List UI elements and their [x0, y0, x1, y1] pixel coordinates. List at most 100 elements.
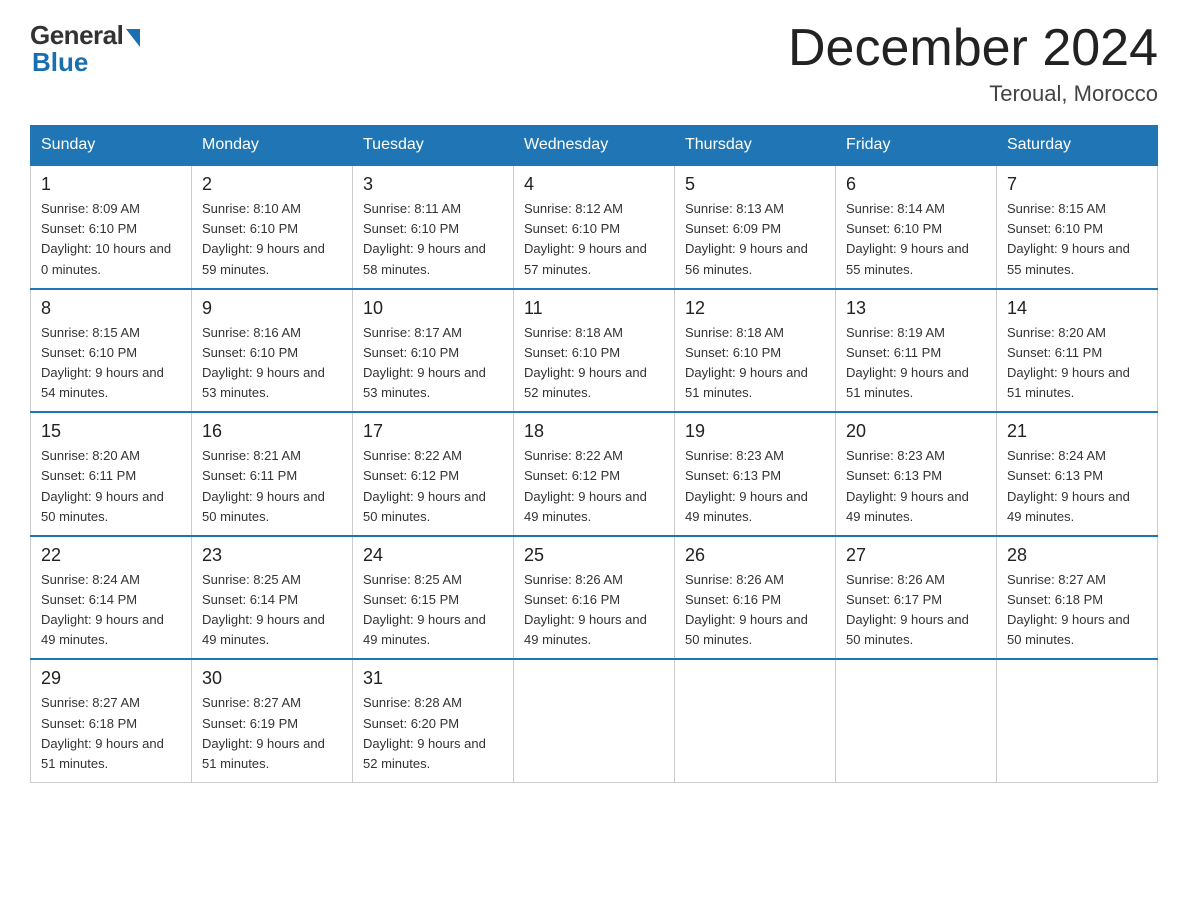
day-number: 27: [846, 545, 986, 566]
table-row: 27 Sunrise: 8:26 AMSunset: 6:17 PMDaylig…: [836, 536, 997, 660]
day-number: 6: [846, 174, 986, 195]
table-row: 29 Sunrise: 8:27 AMSunset: 6:18 PMDaylig…: [31, 659, 192, 782]
header-thursday: Thursday: [675, 126, 836, 166]
week-row-3: 15 Sunrise: 8:20 AMSunset: 6:11 PMDaylig…: [31, 412, 1158, 536]
day-number: 13: [846, 298, 986, 319]
logo-blue-text: Blue: [32, 47, 88, 78]
table-row: [514, 659, 675, 782]
table-row: 28 Sunrise: 8:27 AMSunset: 6:18 PMDaylig…: [997, 536, 1158, 660]
week-row-4: 22 Sunrise: 8:24 AMSunset: 6:14 PMDaylig…: [31, 536, 1158, 660]
week-row-2: 8 Sunrise: 8:15 AMSunset: 6:10 PMDayligh…: [31, 289, 1158, 413]
day-info: Sunrise: 8:15 AMSunset: 6:10 PMDaylight:…: [41, 325, 164, 400]
day-number: 18: [524, 421, 664, 442]
week-row-1: 1 Sunrise: 8:09 AMSunset: 6:10 PMDayligh…: [31, 165, 1158, 289]
table-row: 5 Sunrise: 8:13 AMSunset: 6:09 PMDayligh…: [675, 165, 836, 289]
logo-arrow-icon: [126, 29, 140, 47]
day-number: 5: [685, 174, 825, 195]
table-row: 26 Sunrise: 8:26 AMSunset: 6:16 PMDaylig…: [675, 536, 836, 660]
table-row: [836, 659, 997, 782]
day-info: Sunrise: 8:17 AMSunset: 6:10 PMDaylight:…: [363, 325, 486, 400]
location-subtitle: Teroual, Morocco: [788, 81, 1158, 107]
table-row: 21 Sunrise: 8:24 AMSunset: 6:13 PMDaylig…: [997, 412, 1158, 536]
header-monday: Monday: [192, 126, 353, 166]
table-row: 10 Sunrise: 8:17 AMSunset: 6:10 PMDaylig…: [353, 289, 514, 413]
day-number: 11: [524, 298, 664, 319]
day-info: Sunrise: 8:24 AMSunset: 6:13 PMDaylight:…: [1007, 448, 1130, 523]
page-header: General Blue December 2024 Teroual, Moro…: [30, 20, 1158, 107]
day-info: Sunrise: 8:26 AMSunset: 6:16 PMDaylight:…: [685, 572, 808, 647]
day-info: Sunrise: 8:27 AMSunset: 6:19 PMDaylight:…: [202, 695, 325, 770]
table-row: 3 Sunrise: 8:11 AMSunset: 6:10 PMDayligh…: [353, 165, 514, 289]
table-row: 22 Sunrise: 8:24 AMSunset: 6:14 PMDaylig…: [31, 536, 192, 660]
day-number: 23: [202, 545, 342, 566]
day-number: 20: [846, 421, 986, 442]
table-row: 8 Sunrise: 8:15 AMSunset: 6:10 PMDayligh…: [31, 289, 192, 413]
table-row: 30 Sunrise: 8:27 AMSunset: 6:19 PMDaylig…: [192, 659, 353, 782]
day-info: Sunrise: 8:26 AMSunset: 6:17 PMDaylight:…: [846, 572, 969, 647]
day-number: 16: [202, 421, 342, 442]
day-info: Sunrise: 8:11 AMSunset: 6:10 PMDaylight:…: [363, 201, 486, 276]
day-number: 2: [202, 174, 342, 195]
day-info: Sunrise: 8:28 AMSunset: 6:20 PMDaylight:…: [363, 695, 486, 770]
table-row: 4 Sunrise: 8:12 AMSunset: 6:10 PMDayligh…: [514, 165, 675, 289]
day-number: 1: [41, 174, 181, 195]
day-info: Sunrise: 8:14 AMSunset: 6:10 PMDaylight:…: [846, 201, 969, 276]
day-number: 4: [524, 174, 664, 195]
day-number: 26: [685, 545, 825, 566]
day-info: Sunrise: 8:25 AMSunset: 6:14 PMDaylight:…: [202, 572, 325, 647]
day-number: 30: [202, 668, 342, 689]
table-row: 24 Sunrise: 8:25 AMSunset: 6:15 PMDaylig…: [353, 536, 514, 660]
day-info: Sunrise: 8:22 AMSunset: 6:12 PMDaylight:…: [363, 448, 486, 523]
table-row: 7 Sunrise: 8:15 AMSunset: 6:10 PMDayligh…: [997, 165, 1158, 289]
day-info: Sunrise: 8:23 AMSunset: 6:13 PMDaylight:…: [846, 448, 969, 523]
table-row: 19 Sunrise: 8:23 AMSunset: 6:13 PMDaylig…: [675, 412, 836, 536]
header-sunday: Sunday: [31, 126, 192, 166]
day-info: Sunrise: 8:23 AMSunset: 6:13 PMDaylight:…: [685, 448, 808, 523]
header-wednesday: Wednesday: [514, 126, 675, 166]
table-row: 20 Sunrise: 8:23 AMSunset: 6:13 PMDaylig…: [836, 412, 997, 536]
table-row: 25 Sunrise: 8:26 AMSunset: 6:16 PMDaylig…: [514, 536, 675, 660]
day-info: Sunrise: 8:16 AMSunset: 6:10 PMDaylight:…: [202, 325, 325, 400]
day-info: Sunrise: 8:27 AMSunset: 6:18 PMDaylight:…: [1007, 572, 1130, 647]
day-info: Sunrise: 8:10 AMSunset: 6:10 PMDaylight:…: [202, 201, 325, 276]
day-number: 31: [363, 668, 503, 689]
day-number: 3: [363, 174, 503, 195]
table-row: [675, 659, 836, 782]
day-number: 21: [1007, 421, 1147, 442]
table-row: 15 Sunrise: 8:20 AMSunset: 6:11 PMDaylig…: [31, 412, 192, 536]
day-info: Sunrise: 8:25 AMSunset: 6:15 PMDaylight:…: [363, 572, 486, 647]
day-number: 25: [524, 545, 664, 566]
day-number: 24: [363, 545, 503, 566]
day-number: 17: [363, 421, 503, 442]
week-row-5: 29 Sunrise: 8:27 AMSunset: 6:18 PMDaylig…: [31, 659, 1158, 782]
header-saturday: Saturday: [997, 126, 1158, 166]
day-info: Sunrise: 8:20 AMSunset: 6:11 PMDaylight:…: [41, 448, 164, 523]
day-number: 14: [1007, 298, 1147, 319]
day-info: Sunrise: 8:26 AMSunset: 6:16 PMDaylight:…: [524, 572, 647, 647]
day-number: 19: [685, 421, 825, 442]
day-info: Sunrise: 8:18 AMSunset: 6:10 PMDaylight:…: [524, 325, 647, 400]
day-number: 28: [1007, 545, 1147, 566]
day-info: Sunrise: 8:24 AMSunset: 6:14 PMDaylight:…: [41, 572, 164, 647]
table-row: 18 Sunrise: 8:22 AMSunset: 6:12 PMDaylig…: [514, 412, 675, 536]
table-row: 17 Sunrise: 8:22 AMSunset: 6:12 PMDaylig…: [353, 412, 514, 536]
day-info: Sunrise: 8:20 AMSunset: 6:11 PMDaylight:…: [1007, 325, 1130, 400]
day-info: Sunrise: 8:18 AMSunset: 6:10 PMDaylight:…: [685, 325, 808, 400]
table-row: 2 Sunrise: 8:10 AMSunset: 6:10 PMDayligh…: [192, 165, 353, 289]
day-info: Sunrise: 8:19 AMSunset: 6:11 PMDaylight:…: [846, 325, 969, 400]
table-row: 12 Sunrise: 8:18 AMSunset: 6:10 PMDaylig…: [675, 289, 836, 413]
weekday-header-row: Sunday Monday Tuesday Wednesday Thursday…: [31, 126, 1158, 166]
day-number: 12: [685, 298, 825, 319]
month-title: December 2024: [788, 20, 1158, 77]
table-row: 6 Sunrise: 8:14 AMSunset: 6:10 PMDayligh…: [836, 165, 997, 289]
table-row: 13 Sunrise: 8:19 AMSunset: 6:11 PMDaylig…: [836, 289, 997, 413]
day-number: 7: [1007, 174, 1147, 195]
day-info: Sunrise: 8:09 AMSunset: 6:10 PMDaylight:…: [41, 201, 171, 276]
table-row: 31 Sunrise: 8:28 AMSunset: 6:20 PMDaylig…: [353, 659, 514, 782]
day-number: 15: [41, 421, 181, 442]
day-info: Sunrise: 8:22 AMSunset: 6:12 PMDaylight:…: [524, 448, 647, 523]
day-number: 29: [41, 668, 181, 689]
table-row: 9 Sunrise: 8:16 AMSunset: 6:10 PMDayligh…: [192, 289, 353, 413]
table-row: 16 Sunrise: 8:21 AMSunset: 6:11 PMDaylig…: [192, 412, 353, 536]
day-info: Sunrise: 8:15 AMSunset: 6:10 PMDaylight:…: [1007, 201, 1130, 276]
